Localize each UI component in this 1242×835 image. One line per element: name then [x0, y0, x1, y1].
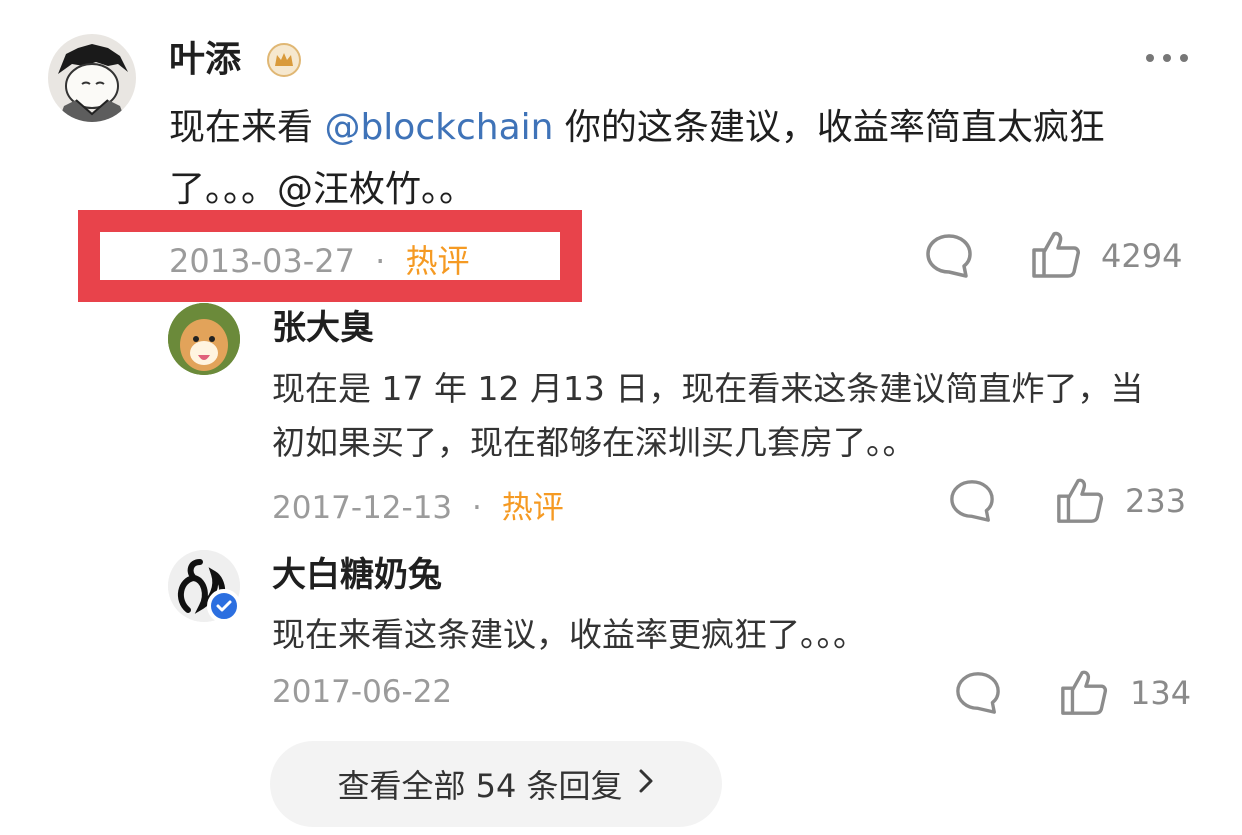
view-all-label: 查看全部 54 条回复 — [337, 767, 623, 805]
like-count: 233 — [1125, 482, 1187, 520]
reply-text: 现在是 17 年 12 月13 日，现在看来这条建议简直炸了，当初如果买了，现在… — [272, 369, 1144, 462]
mention-link[interactable]: @blockchain — [324, 107, 553, 148]
comment-text-part: 现在来看 — [169, 107, 325, 148]
view-all-replies-button[interactable]: 查看全部 54 条回复 — [270, 741, 722, 827]
meta-separator: · — [472, 490, 482, 526]
hot-tag: 热评 — [405, 242, 470, 280]
chevron-right-icon — [637, 765, 655, 803]
comment-icon[interactable] — [948, 478, 996, 524]
reply-avatar[interactable] — [168, 303, 240, 375]
main-comment-text: 现在来看 @blockchain 你的这条建议，收益率简直太疯狂了。。。@汪枚竹… — [169, 97, 1199, 221]
main-comment-meta: 2013-03-27 · 热评 — [169, 236, 470, 282]
reply-author[interactable]: 大白糖奶兔 — [272, 552, 442, 598]
reply-meta: 2017-12-13 · 热评 — [272, 482, 564, 527]
comment-date: 2017-06-22 — [272, 674, 453, 710]
like-icon[interactable] — [1030, 228, 1082, 280]
reply-meta: 2017-06-22 — [272, 674, 452, 710]
main-comment-author[interactable]: 叶添 — [169, 36, 241, 84]
like-count: 134 — [1130, 674, 1192, 712]
comment-date: 2013-03-27 — [169, 242, 355, 280]
comment-icon[interactable] — [924, 232, 974, 280]
comment-date: 2017-12-13 — [272, 490, 453, 526]
like-icon[interactable] — [1055, 475, 1105, 525]
reply-author[interactable]: 张大臭 — [272, 305, 374, 351]
comment-icon[interactable] — [954, 670, 1002, 716]
main-comment-avatar[interactable] — [48, 34, 136, 122]
more-icon[interactable] — [1146, 54, 1188, 62]
like-icon[interactable] — [1059, 667, 1109, 717]
meta-separator: · — [375, 242, 386, 280]
hot-tag: 热评 — [501, 490, 564, 526]
verified-icon — [207, 589, 241, 623]
reply-text: 现在来看这条建议，收益率更疯狂了。。。 — [272, 615, 866, 654]
like-count: 4294 — [1101, 237, 1183, 275]
crown-icon — [266, 42, 302, 78]
